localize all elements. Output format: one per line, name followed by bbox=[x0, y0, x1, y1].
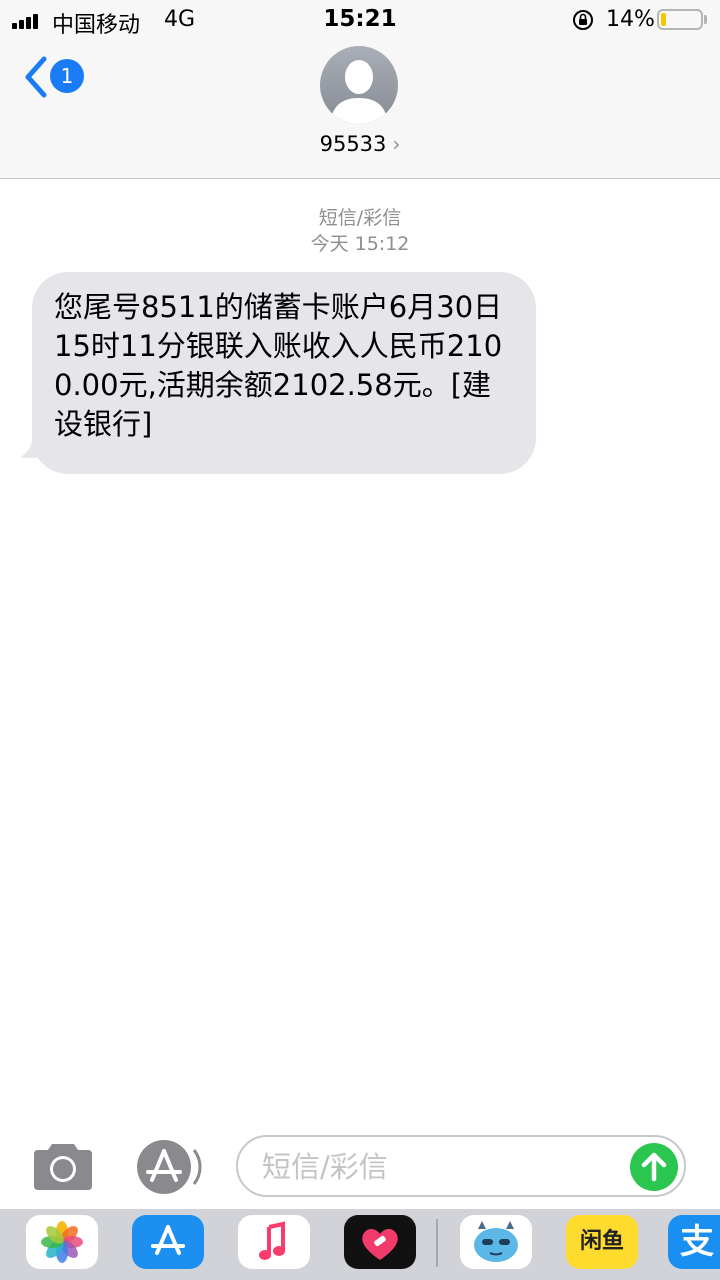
arrow-up-icon bbox=[641, 1152, 667, 1182]
contact-name-button[interactable]: 95533 › bbox=[0, 132, 720, 156]
monster-app-icon bbox=[474, 1221, 518, 1262]
drawer-divider bbox=[436, 1219, 438, 1267]
back-button[interactable]: 1 bbox=[22, 55, 92, 99]
chevron-left-icon bbox=[25, 56, 47, 98]
music-app[interactable] bbox=[238, 1215, 310, 1269]
battery-tip bbox=[704, 15, 707, 24]
camera-icon bbox=[34, 1144, 92, 1190]
status-bar: 中国移动 4G 15:21 14% bbox=[0, 0, 720, 40]
message-timestamp: 今天 15:12 bbox=[310, 233, 410, 255]
battery-level-fill bbox=[661, 13, 666, 26]
contact-name: 95533 bbox=[319, 132, 387, 156]
message-type-label: 短信/彩信 bbox=[318, 207, 402, 229]
alipay-app[interactable]: 支 bbox=[668, 1215, 720, 1269]
person-silhouette-icon bbox=[330, 60, 388, 124]
photos-app[interactable] bbox=[26, 1215, 98, 1269]
xianyu-icon: 闲鱼 bbox=[579, 1229, 624, 1254]
orientation-lock-icon bbox=[573, 10, 593, 30]
music-note-icon bbox=[259, 1221, 285, 1260]
message-input[interactable] bbox=[260, 1145, 624, 1189]
app-store-button[interactable] bbox=[134, 1140, 204, 1194]
battery-icon bbox=[657, 9, 703, 30]
unread-count-badge: 1 bbox=[50, 59, 84, 93]
xianyu-app[interactable]: 闲鱼 bbox=[566, 1215, 638, 1269]
incoming-message-bubble[interactable]: 您尾号8511的储蓄卡账户6月30日15时11分银联入账收入人民币2100.00… bbox=[32, 272, 536, 474]
app-store-app[interactable] bbox=[132, 1215, 204, 1269]
message-input-field[interactable] bbox=[236, 1135, 686, 1197]
battery-percentage: 14% bbox=[606, 7, 655, 32]
conversation-header: 1 95533 › bbox=[0, 40, 720, 179]
photos-icon bbox=[41, 1221, 83, 1263]
app-store-icon bbox=[137, 1140, 202, 1194]
monster-sticker-app[interactable] bbox=[460, 1215, 532, 1269]
contact-avatar[interactable] bbox=[320, 46, 398, 124]
camera-button[interactable] bbox=[30, 1140, 96, 1194]
heart-app-icon bbox=[362, 1228, 398, 1260]
imessage-app-drawer: 闲鱼 支 bbox=[0, 1209, 720, 1280]
alipay-icon: 支 bbox=[680, 1222, 714, 1262]
chevron-right-icon: › bbox=[392, 132, 401, 156]
send-button[interactable] bbox=[630, 1143, 678, 1191]
heart-sticker-app[interactable] bbox=[344, 1215, 416, 1269]
app-store-icon bbox=[151, 1225, 185, 1255]
